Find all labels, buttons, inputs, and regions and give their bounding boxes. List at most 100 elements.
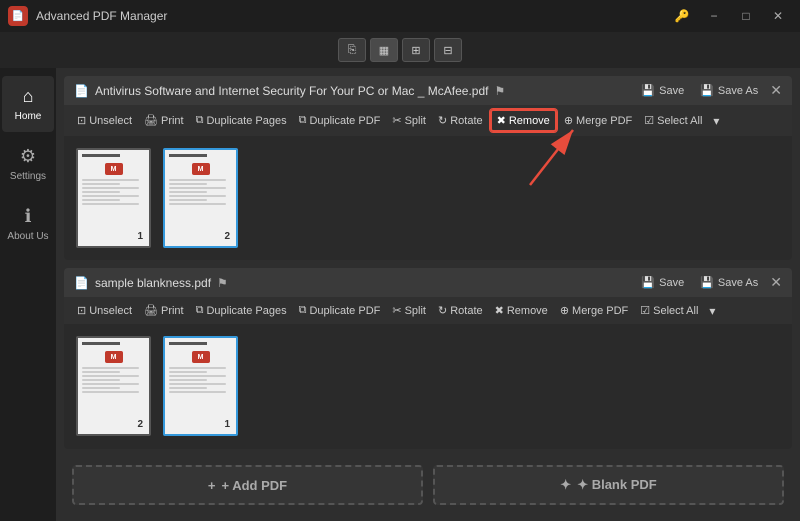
pdf2-pages: M 2 bbox=[64, 324, 792, 449]
unselect2-icon: ⊡ bbox=[77, 304, 86, 317]
pdf2-remove-btn[interactable]: ✖ Remove bbox=[490, 301, 553, 320]
split-icon: ✂ bbox=[392, 114, 401, 127]
unselect-icon: ⊡ bbox=[77, 114, 86, 127]
toolbar-layout2-btn[interactable]: ⊟ bbox=[434, 38, 462, 62]
pdf1-header: 📄 Antivirus Software and Internet Securi… bbox=[64, 76, 792, 105]
toolbar-copy-btn[interactable]: ⎘ bbox=[338, 38, 366, 62]
print-icon: 🖨 bbox=[144, 114, 158, 127]
pdf1-more-btn[interactable]: ▾ bbox=[709, 112, 723, 130]
sidebar-item-home[interactable]: ⌂ Home bbox=[2, 76, 54, 132]
pdf1-rotate-btn[interactable]: ↻ Rotate bbox=[433, 111, 488, 130]
pdf2-print-btn[interactable]: 🖨 Print bbox=[139, 301, 189, 320]
pdf1-page-2-thumb[interactable]: M 2 bbox=[163, 148, 238, 248]
pdf1-pages: M 1 bbox=[64, 136, 792, 260]
remove2-icon: ✖ bbox=[495, 304, 504, 317]
selectall2-icon: ☑ bbox=[640, 304, 650, 317]
split2-icon: ✂ bbox=[392, 304, 401, 317]
close-button[interactable]: ✕ bbox=[764, 6, 792, 26]
pdf2-toolbar: ⊡ Unselect 🖨 Print ⧉ Duplicate Pages ⧉ D… bbox=[64, 297, 792, 324]
blank-pdf-btn[interactable]: ✦ ✦ Blank PDF bbox=[433, 465, 784, 505]
main-layout: ⌂ Home ⚙ Settings ℹ About Us 📄 Antivirus… bbox=[0, 68, 800, 521]
pdf2-duppage-btn[interactable]: ⧉ Duplicate Pages bbox=[191, 301, 292, 320]
pdf2-page-1[interactable]: M 1 bbox=[163, 336, 238, 442]
pdf1-page-1-num: 1 bbox=[137, 231, 143, 242]
pdf1-split-btn[interactable]: ✂ Split bbox=[387, 111, 431, 130]
rotate2-icon: ↻ bbox=[438, 304, 447, 317]
pdf1-save-btn[interactable]: 💾 Save bbox=[637, 82, 688, 99]
pdf2-title-text: sample blankness.pdf bbox=[95, 276, 211, 290]
mergepdf2-icon: ⊕ bbox=[560, 304, 569, 317]
sidebar-settings-label: Settings bbox=[10, 171, 46, 182]
remove-icon: ✖ bbox=[497, 114, 506, 127]
toolbar-layout1-btn[interactable]: ⊞ bbox=[402, 38, 430, 62]
bottom-actions: + + Add PDF ✦ ✦ Blank PDF bbox=[64, 457, 792, 513]
pdf1-selectall-btn[interactable]: ☑ Select All bbox=[639, 111, 707, 130]
pdf1-toolbar: ⊡ Unselect 🖨 Print ⧉ Duplicate Pages ⧉ D… bbox=[64, 105, 792, 136]
pdf2-unselect-btn[interactable]: ⊡ Unselect bbox=[72, 301, 137, 320]
minimize-button[interactable]: − bbox=[700, 6, 728, 26]
app-icon: 📄 bbox=[8, 6, 28, 26]
print2-icon: 🖨 bbox=[144, 304, 158, 317]
pdf2-page-2[interactable]: M 2 bbox=[76, 336, 151, 442]
pin-button[interactable]: 🔑 bbox=[668, 6, 696, 26]
pdf1-mergepdf-btn[interactable]: ⊕ Merge PDF bbox=[559, 111, 637, 130]
pdf1-remove-btn[interactable]: ✖ Remove bbox=[490, 109, 557, 132]
pdf2-saveas-btn[interactable]: 💾 Save As bbox=[696, 274, 762, 291]
pdf1-close-btn[interactable]: ✕ bbox=[770, 82, 782, 99]
pdf1-saveas-btn[interactable]: 💾 Save As bbox=[696, 82, 762, 99]
add-pdf-icon: + bbox=[208, 478, 216, 493]
pdf2-rotate-btn[interactable]: ↻ Rotate bbox=[433, 301, 488, 320]
blank-pdf-icon: ✦ bbox=[560, 477, 571, 493]
pdf1-print-btn[interactable]: 🖨 Print bbox=[139, 111, 189, 130]
duppage2-icon: ⧉ bbox=[196, 304, 204, 317]
saveas-icon: 💾 bbox=[700, 84, 714, 97]
duppdf2-icon: ⧉ bbox=[299, 304, 307, 317]
pdf-section-2: 📄 sample blankness.pdf ⚑ 💾 Save 💾 Save A… bbox=[64, 268, 792, 449]
sidebar: ⌂ Home ⚙ Settings ℹ About Us bbox=[0, 68, 56, 521]
maximize-button[interactable]: □ bbox=[732, 6, 760, 26]
pdf2-actions: 💾 Save 💾 Save As ✕ bbox=[637, 274, 782, 291]
pdf1-flag-icon: ⚑ bbox=[494, 84, 505, 98]
pdf2-flag-icon: ⚑ bbox=[217, 276, 228, 290]
window-controls: 🔑 − □ ✕ bbox=[668, 6, 792, 26]
pdf1-duppdf-btn[interactable]: ⧉ Duplicate PDF bbox=[294, 111, 386, 130]
save2-icon: 💾 bbox=[641, 276, 655, 289]
pdf2-close-btn[interactable]: ✕ bbox=[770, 274, 782, 291]
pdf1-page-1-thumb[interactable]: M 1 bbox=[76, 148, 151, 248]
pdf1-title-icon: 📄 bbox=[74, 84, 89, 98]
sidebar-about-label: About Us bbox=[7, 231, 48, 242]
pdf2-mergepdf-btn[interactable]: ⊕ Merge PDF bbox=[555, 301, 633, 320]
pdf2-split-btn[interactable]: ✂ Split bbox=[387, 301, 431, 320]
add-pdf-btn[interactable]: + + Add PDF bbox=[72, 465, 423, 505]
content-area: 📄 Antivirus Software and Internet Securi… bbox=[56, 68, 800, 521]
pdf1-title-text: Antivirus Software and Internet Security… bbox=[95, 84, 489, 98]
about-icon: ℹ bbox=[25, 206, 32, 227]
pdf2-save-btn[interactable]: 💾 Save bbox=[637, 274, 688, 291]
pdf1-duppage-btn[interactable]: ⧉ Duplicate Pages bbox=[191, 111, 292, 130]
toolbar-grid-btn[interactable]: ▦ bbox=[370, 38, 398, 62]
save-icon: 💾 bbox=[641, 84, 655, 97]
settings-icon: ⚙ bbox=[20, 146, 36, 167]
pdf2-header: 📄 sample blankness.pdf ⚑ 💾 Save 💾 Save A… bbox=[64, 268, 792, 297]
duppdf-icon: ⧉ bbox=[299, 114, 307, 127]
pdf2-title-icon: 📄 bbox=[74, 276, 89, 290]
pdf1-unselect-btn[interactable]: ⊡ Unselect bbox=[72, 111, 137, 130]
sidebar-home-label: Home bbox=[15, 111, 42, 122]
pdf1-title: 📄 Antivirus Software and Internet Securi… bbox=[74, 84, 505, 98]
pdf2-page-2-thumb[interactable]: M 2 bbox=[76, 336, 151, 436]
pdf2-page-1-thumb[interactable]: M 1 bbox=[163, 336, 238, 436]
pdf2-title: 📄 sample blankness.pdf ⚑ bbox=[74, 276, 228, 290]
pdf1-page-1[interactable]: M 1 bbox=[76, 148, 151, 254]
title-bar: 📄 Advanced PDF Manager 🔑 − □ ✕ bbox=[0, 0, 800, 32]
pdf2-page-1-num: 1 bbox=[224, 419, 230, 430]
sidebar-item-about[interactable]: ℹ About Us bbox=[2, 196, 54, 252]
pdf1-page-2[interactable]: M 2 bbox=[163, 148, 238, 254]
sidebar-item-settings[interactable]: ⚙ Settings bbox=[2, 136, 54, 192]
pdf1-page-2-num: 2 bbox=[224, 231, 230, 242]
pdf2-selectall-btn[interactable]: ☑ Select All bbox=[635, 301, 703, 320]
mergepdf-icon: ⊕ bbox=[564, 114, 573, 127]
pdf2-duppdf-btn[interactable]: ⧉ Duplicate PDF bbox=[294, 301, 386, 320]
selectall-icon: ☑ bbox=[644, 114, 654, 127]
app-title: Advanced PDF Manager bbox=[36, 9, 167, 23]
pdf2-more-btn[interactable]: ▾ bbox=[705, 302, 719, 320]
